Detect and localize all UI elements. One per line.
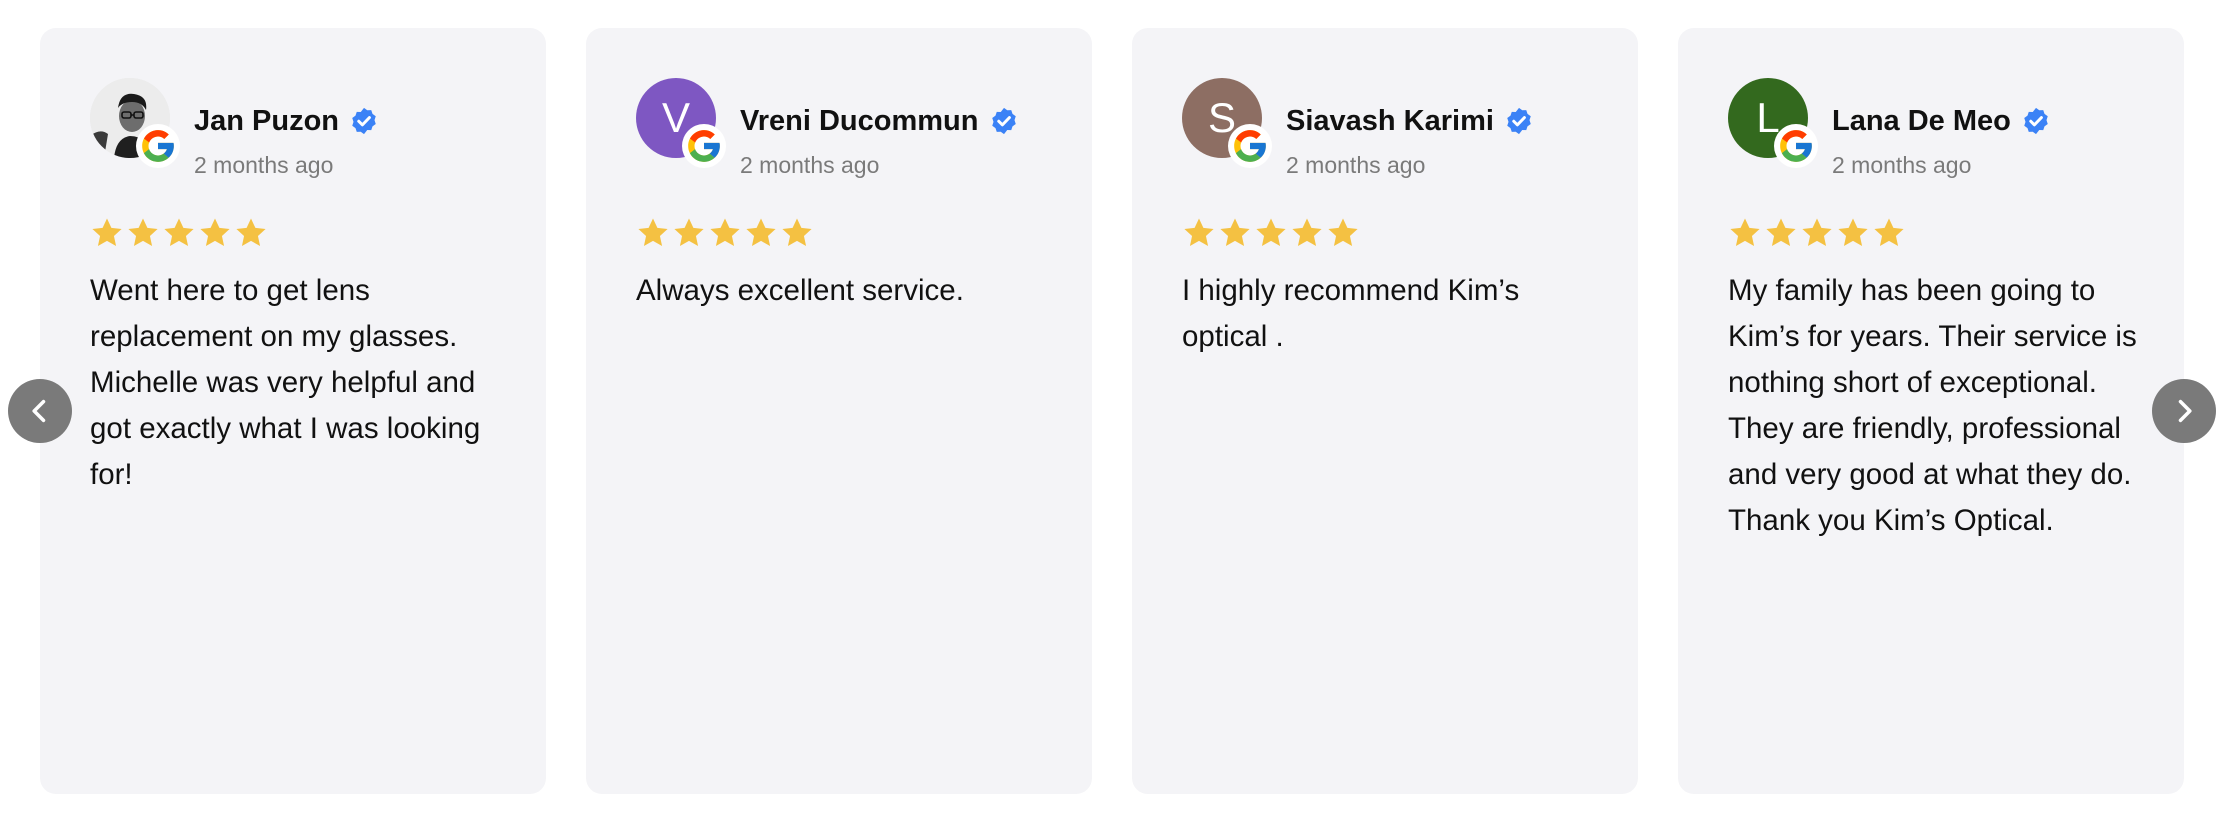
review-text: Always excellent service. bbox=[636, 274, 964, 307]
previous-button[interactable] bbox=[8, 379, 72, 443]
verified-badge-icon bbox=[2024, 107, 2048, 135]
star-icon bbox=[1328, 218, 1358, 247]
verified-badge-icon bbox=[352, 107, 376, 135]
star-icon bbox=[1766, 218, 1796, 247]
star-icon bbox=[782, 218, 812, 247]
google-badge bbox=[136, 124, 180, 168]
google-badge bbox=[1774, 124, 1818, 168]
review-card: S Siavash Karimi 2 months ago I highly r… bbox=[1132, 28, 1638, 794]
star-rating bbox=[90, 216, 268, 250]
star-icon bbox=[236, 218, 266, 247]
star-icon bbox=[1838, 218, 1868, 247]
google-logo-icon bbox=[1234, 130, 1266, 162]
reviewer-name-row: Siavash Karimi bbox=[1286, 106, 1534, 136]
star-icon bbox=[128, 218, 158, 247]
reviewer-name[interactable]: Siavash Karimi bbox=[1286, 106, 1494, 136]
google-logo-icon bbox=[1780, 130, 1812, 162]
star-rating bbox=[1182, 216, 1360, 250]
star-icon bbox=[1730, 218, 1760, 247]
star-icon bbox=[92, 218, 122, 247]
reviews-carousel: Jan Puzon 2 months ago Went here to get … bbox=[0, 0, 2224, 826]
google-logo-icon bbox=[142, 130, 174, 162]
star-icon bbox=[1802, 218, 1832, 247]
google-badge bbox=[682, 124, 726, 168]
reviewer-name[interactable]: Vreni Ducommun bbox=[740, 106, 979, 136]
review-date: 2 months ago bbox=[740, 152, 880, 178]
avatar-container: S bbox=[1182, 78, 1272, 168]
star-icon bbox=[746, 218, 776, 247]
star-icon bbox=[1292, 218, 1322, 247]
review-date: 2 months ago bbox=[1286, 152, 1426, 178]
google-logo-icon bbox=[688, 130, 720, 162]
reviewer-name[interactable]: Jan Puzon bbox=[194, 106, 339, 136]
next-button[interactable] bbox=[2152, 379, 2216, 443]
review-text: Went here to get lens replacement on my … bbox=[90, 274, 481, 491]
star-icon bbox=[1874, 218, 1904, 247]
star-icon bbox=[638, 218, 668, 247]
star-icon bbox=[710, 218, 740, 247]
star-icon bbox=[1220, 218, 1250, 247]
review-text: I highly recommend Kim’s optical . bbox=[1182, 274, 1520, 353]
star-icon bbox=[1184, 218, 1214, 247]
reviewer-name-row: Vreni Ducommun bbox=[740, 106, 1019, 136]
star-rating bbox=[636, 216, 814, 250]
avatar-container: L bbox=[1728, 78, 1818, 168]
verified-badge-icon bbox=[1507, 107, 1531, 135]
reviewer-name[interactable]: Lana De Meo bbox=[1832, 106, 2011, 136]
review-text: My family has been going to Kim’s for ye… bbox=[1728, 274, 2137, 537]
google-badge bbox=[1228, 124, 1272, 168]
star-icon bbox=[674, 218, 704, 247]
avatar-container bbox=[90, 78, 180, 168]
review-card: Jan Puzon 2 months ago Went here to get … bbox=[40, 28, 546, 794]
reviewer-name-row: Lana De Meo bbox=[1832, 106, 2051, 136]
review-date: 2 months ago bbox=[1832, 152, 1972, 178]
review-card: L Lana De Meo 2 months ago My family has… bbox=[1678, 28, 2184, 794]
star-icon bbox=[164, 218, 194, 247]
chevron-right-icon bbox=[2178, 399, 2192, 423]
avatar-container: V bbox=[636, 78, 726, 168]
star-icon bbox=[1256, 218, 1286, 247]
star-rating bbox=[1728, 216, 1906, 250]
reviewer-name-row: Jan Puzon bbox=[194, 106, 379, 136]
verified-badge-icon bbox=[991, 107, 1016, 135]
review-card: V Vreni Ducommun 2 months ago Always exc… bbox=[586, 28, 1092, 794]
chevron-left-icon bbox=[32, 399, 46, 423]
review-date: 2 months ago bbox=[194, 152, 334, 178]
star-icon bbox=[200, 218, 230, 247]
